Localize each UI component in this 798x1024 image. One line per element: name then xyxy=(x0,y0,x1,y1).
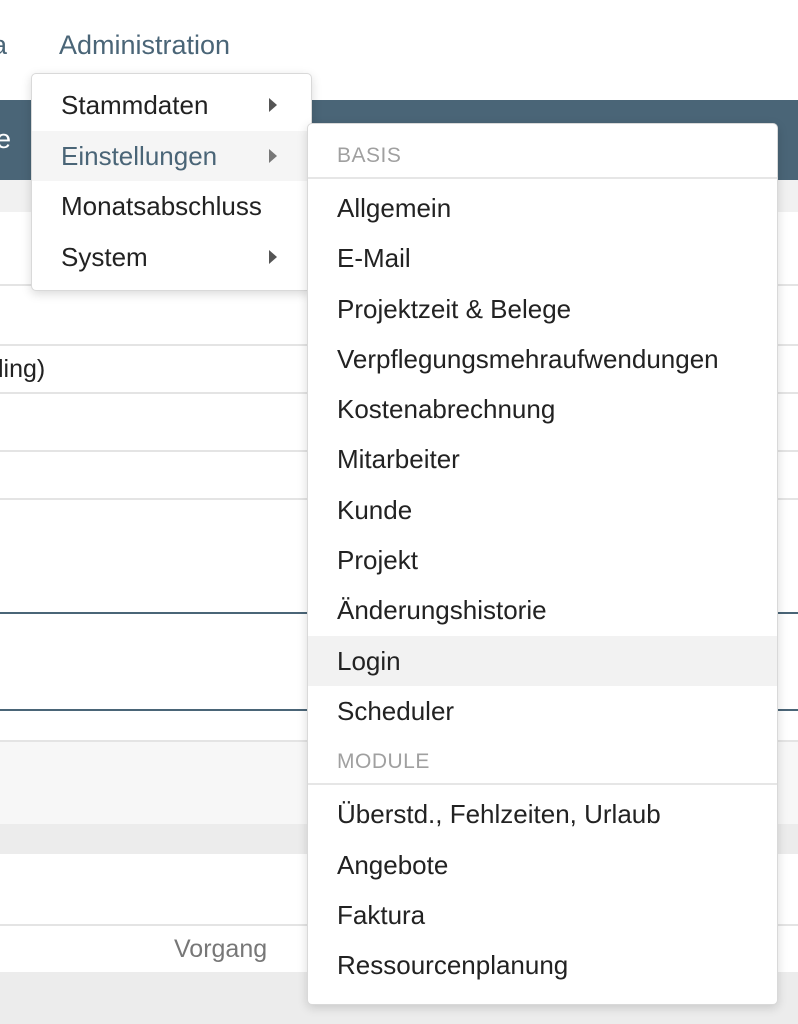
section-header-basis: BASIS xyxy=(308,130,777,179)
caret-right-icon xyxy=(269,98,277,112)
submenu-item-kostenabrechnung[interactable]: Kostenabrechnung xyxy=(308,384,777,434)
submenu-item-angebote[interactable]: Angebote xyxy=(308,840,777,890)
submenu-item-allgemein[interactable]: Allgemein xyxy=(308,183,777,233)
submenu-item-scheduler[interactable]: Scheduler xyxy=(308,686,777,736)
caret-right-icon xyxy=(269,249,277,264)
section-header-module: MODULE xyxy=(308,736,777,786)
page-header-title: e xyxy=(0,124,12,154)
submenu-item-projektzeit-belege[interactable]: Projektzeit & Belege xyxy=(308,284,777,334)
submenu-item-projekt[interactable]: Projekt xyxy=(308,535,777,585)
menu-item-system[interactable]: System xyxy=(32,232,311,283)
menu-item-label: System xyxy=(61,241,148,272)
submenu-item-email[interactable]: E-Mail xyxy=(308,233,777,283)
menu-item-label: Monatsabschluss xyxy=(61,191,262,221)
submenu-item-kunde[interactable]: Kunde xyxy=(308,485,777,535)
submenu-item-faktura[interactable]: Faktura xyxy=(308,890,777,940)
nav-item-administration[interactable]: Administration xyxy=(59,30,230,61)
menu-item-stammdaten[interactable]: Stammdaten xyxy=(32,80,311,131)
table-cell: ling) xyxy=(0,355,46,383)
caret-right-icon xyxy=(269,148,277,163)
submenu-item-verpflegungsmehraufwendungen[interactable]: Verpflegungsmehraufwendungen xyxy=(308,334,777,384)
menu-item-monatsabschluss[interactable]: Monatsabschluss xyxy=(32,181,311,232)
menu-item-label: Einstellungen xyxy=(61,140,218,171)
submenu-item-aenderungshistorie[interactable]: Änderungshistorie xyxy=(308,585,777,635)
administration-menu: Stammdaten Einstellungen Monatsabschluss… xyxy=(31,73,312,291)
column-header-vorgang: Vorgang xyxy=(174,935,268,963)
submenu-item-ressourcenplanung[interactable]: Ressourcenplanung xyxy=(308,940,777,990)
submenu-item-ueberstunden[interactable]: Überstd., Fehlzeiten, Urlaub xyxy=(308,789,777,839)
submenu-item-login[interactable]: Login xyxy=(308,635,777,686)
submenu-item-mitarbeiter[interactable]: Mitarbeiter xyxy=(308,434,777,484)
menu-item-label: Stammdaten xyxy=(61,90,209,120)
nav-item-clipped[interactable]: a xyxy=(0,30,7,61)
einstellungen-submenu: BASIS Allgemein E-Mail Projektzeit & Bel… xyxy=(307,123,778,1005)
menu-item-einstellungen[interactable]: Einstellungen xyxy=(32,130,311,181)
